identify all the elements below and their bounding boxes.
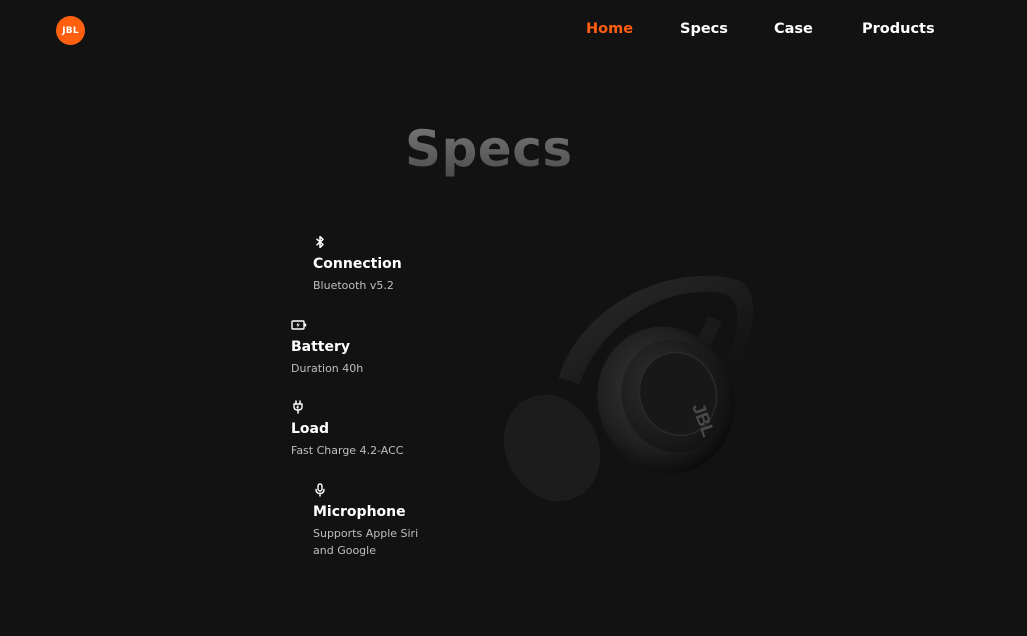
section-title: Specs	[405, 120, 573, 178]
nav-specs[interactable]: Specs	[680, 21, 728, 37]
plug-icon	[291, 400, 305, 414]
headphones-image: JBL	[490, 262, 770, 522]
spec-title: Load	[291, 421, 330, 437]
spec-connection: Connection Bluetooth v5.2	[313, 235, 402, 294]
spec-title: Microphone	[313, 504, 406, 520]
nav-products[interactable]: Products	[862, 21, 935, 37]
spec-microphone: Microphone Supports Apple Siri and Googl…	[313, 483, 433, 559]
spec-load: Load Fast Charge 4.2-ACC	[291, 400, 403, 459]
spec-description: Fast Charge 4.2-ACC	[291, 444, 404, 457]
nav-home[interactable]: Home	[586, 21, 633, 37]
page: JBL Home Specs Case Products Specs Conne…	[0, 0, 1027, 636]
spec-title: Battery	[291, 339, 351, 355]
microphone-icon	[313, 483, 327, 497]
main-nav: Home Specs Case Products	[0, 21, 1027, 41]
bluetooth-icon	[313, 235, 327, 249]
spec-title: Connection	[313, 256, 402, 272]
spec-description: Supports Apple Siri and Google	[313, 527, 419, 557]
spec-description: Bluetooth v5.2	[313, 279, 394, 292]
battery-icon	[291, 318, 307, 332]
nav-case[interactable]: Case	[774, 21, 813, 37]
spec-battery: Battery Duration 40h	[291, 318, 363, 377]
spec-description: Duration 40h	[291, 362, 364, 375]
